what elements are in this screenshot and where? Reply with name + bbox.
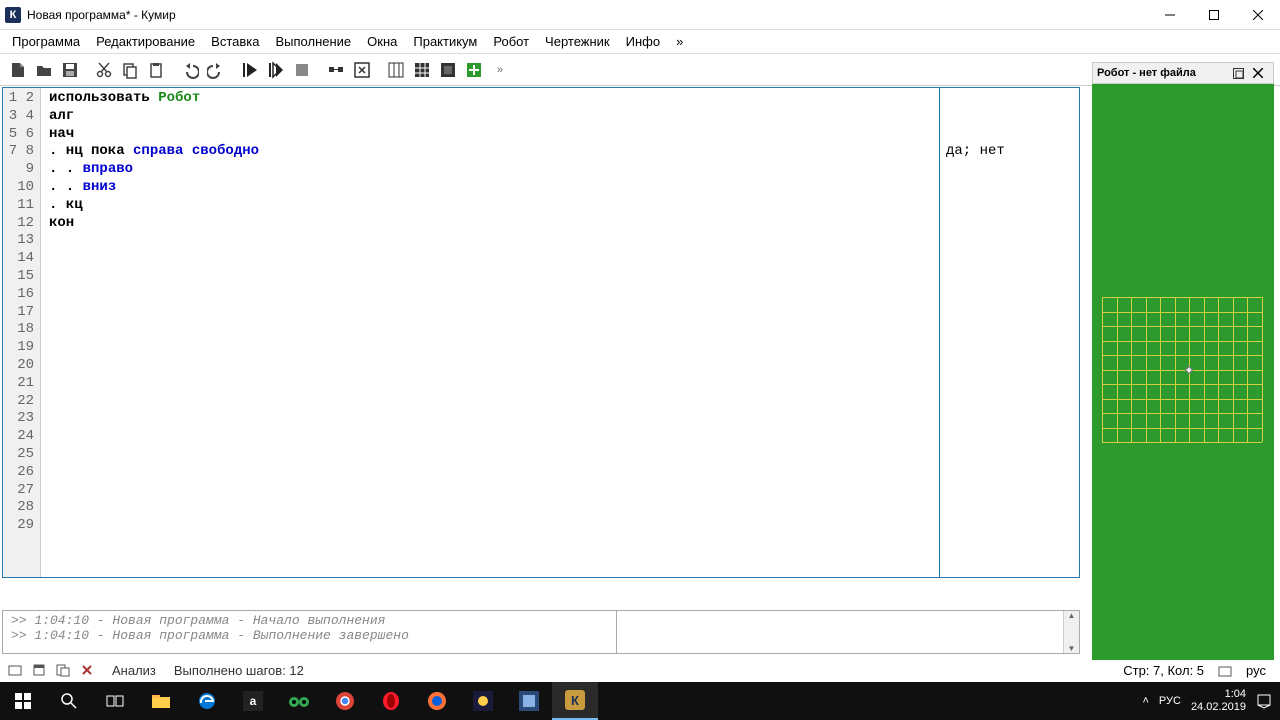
status-steps: Выполнено шагов: 12 <box>174 663 304 678</box>
status-lang: рус <box>1246 663 1266 678</box>
copy-button[interactable] <box>118 58 142 82</box>
menu-practice[interactable]: Практикум <box>405 32 485 51</box>
status-icon-1[interactable] <box>8 663 22 677</box>
status-cursor: Стр: 7, Кол: 5 <box>1123 663 1204 678</box>
menu-bar: Программа Редактирование Вставка Выполне… <box>0 30 1280 54</box>
status-icon-3[interactable] <box>56 663 70 677</box>
console-divider <box>616 611 617 653</box>
menu-info[interactable]: Инфо <box>618 32 668 51</box>
task-opera[interactable] <box>368 682 414 720</box>
toolbar: » <box>0 54 1280 86</box>
robot-panel: Робот - нет файла <box>1092 62 1274 660</box>
task-edge[interactable] <box>184 682 230 720</box>
search-button[interactable] <box>46 682 92 720</box>
line-gutter: 1 2 3 4 5 6 7 8 9 10 11 12 13 14 15 16 1… <box>3 88 41 577</box>
cut-button[interactable] <box>92 58 116 82</box>
new-file-button[interactable] <box>6 58 30 82</box>
menu-windows[interactable]: Окна <box>359 32 405 51</box>
step-button[interactable] <box>264 58 288 82</box>
window-maximize-button[interactable] <box>1192 0 1236 29</box>
status-icons <box>8 663 94 677</box>
menu-edit[interactable]: Редактирование <box>88 32 203 51</box>
task-explorer[interactable] <box>138 682 184 720</box>
window-close-button[interactable] <box>1236 0 1280 29</box>
menu-drawer[interactable]: Чертежник <box>537 32 618 51</box>
status-indicator-icon <box>1218 664 1232 678</box>
task-app2[interactable] <box>506 682 552 720</box>
robot-field[interactable] <box>1092 84 1274 660</box>
view-2-button[interactable] <box>410 58 434 82</box>
robot-panel-title: Робот - нет файла <box>1097 67 1229 79</box>
view-1-button[interactable] <box>384 58 408 82</box>
run-button[interactable] <box>238 58 262 82</box>
main-area: 1 2 3 4 5 6 7 8 9 10 11 12 13 14 15 16 1… <box>2 87 1080 682</box>
task-tripadvisor[interactable] <box>276 682 322 720</box>
window-title: Новая программа* - Кумир <box>27 8 1148 22</box>
tray-lang[interactable]: РУС <box>1159 695 1181 707</box>
window-title-bar: К Новая программа* - Кумир <box>0 0 1280 30</box>
task-chrome[interactable] <box>322 682 368 720</box>
robot-panel-dock-button[interactable] <box>1233 68 1249 79</box>
tray-clock[interactable]: 1:04 24.02.2019 <box>1191 688 1246 714</box>
status-analysis: Анализ <box>112 663 156 678</box>
svg-text:a: a <box>250 694 257 708</box>
trace-pane: да; нет <box>939 88 1079 577</box>
robot-panel-header: Робот - нет файла <box>1092 62 1274 84</box>
status-bar: Анализ Выполнено шагов: 12 <box>2 658 1080 682</box>
tool-a-button[interactable] <box>324 58 348 82</box>
start-button[interactable] <box>0 682 46 720</box>
save-file-button[interactable] <box>58 58 82 82</box>
status-icon-2[interactable] <box>32 663 46 677</box>
undo-button[interactable] <box>178 58 202 82</box>
view-4-button[interactable] <box>462 58 486 82</box>
task-app1[interactable] <box>460 682 506 720</box>
svg-text:К: К <box>571 693 579 708</box>
tool-b-button[interactable] <box>350 58 374 82</box>
app-icon: К <box>5 7 21 23</box>
status-icon-4[interactable] <box>80 663 94 677</box>
tray-notifications-icon[interactable] <box>1256 693 1272 709</box>
task-firefox[interactable] <box>414 682 460 720</box>
robot-panel-close-button[interactable] <box>1253 68 1269 78</box>
system-tray: ˄ РУС 1:04 24.02.2019 <box>1142 688 1280 714</box>
console-output[interactable]: >> 1:04:10 - Новая программа - Начало вы… <box>3 611 616 653</box>
windows-taskbar: a К ˄ РУС 1:04 24.02.2019 <box>0 682 1280 720</box>
view-3-button[interactable] <box>436 58 460 82</box>
open-file-button[interactable] <box>32 58 56 82</box>
editor: 1 2 3 4 5 6 7 8 9 10 11 12 13 14 15 16 1… <box>2 87 1080 578</box>
toolbar-more[interactable]: » <box>488 58 512 82</box>
tray-chevron-up-icon[interactable]: ˄ <box>1142 695 1148 707</box>
status-right: Стр: 7, Кол: 5 рус <box>1123 663 1266 678</box>
paste-button[interactable] <box>144 58 168 82</box>
stop-button[interactable] <box>290 58 314 82</box>
robot-grid <box>1102 297 1264 442</box>
console: >> 1:04:10 - Новая программа - Начало вы… <box>2 610 1080 654</box>
redo-button[interactable] <box>204 58 228 82</box>
code-area[interactable]: использовать Роботалгнач. нц пока справа… <box>41 88 939 577</box>
menu-program[interactable]: Программа <box>4 32 88 51</box>
menu-insert[interactable]: Вставка <box>203 32 267 51</box>
task-kumir[interactable]: К <box>552 682 598 720</box>
console-scrollbar[interactable]: ▲▼ <box>1063 611 1079 653</box>
taskview-button[interactable] <box>92 682 138 720</box>
menu-run[interactable]: Выполнение <box>267 32 359 51</box>
menu-more[interactable]: » <box>668 32 691 51</box>
menu-robot[interactable]: Робот <box>485 32 537 51</box>
window-minimize-button[interactable] <box>1148 0 1192 29</box>
task-amazon[interactable]: a <box>230 682 276 720</box>
